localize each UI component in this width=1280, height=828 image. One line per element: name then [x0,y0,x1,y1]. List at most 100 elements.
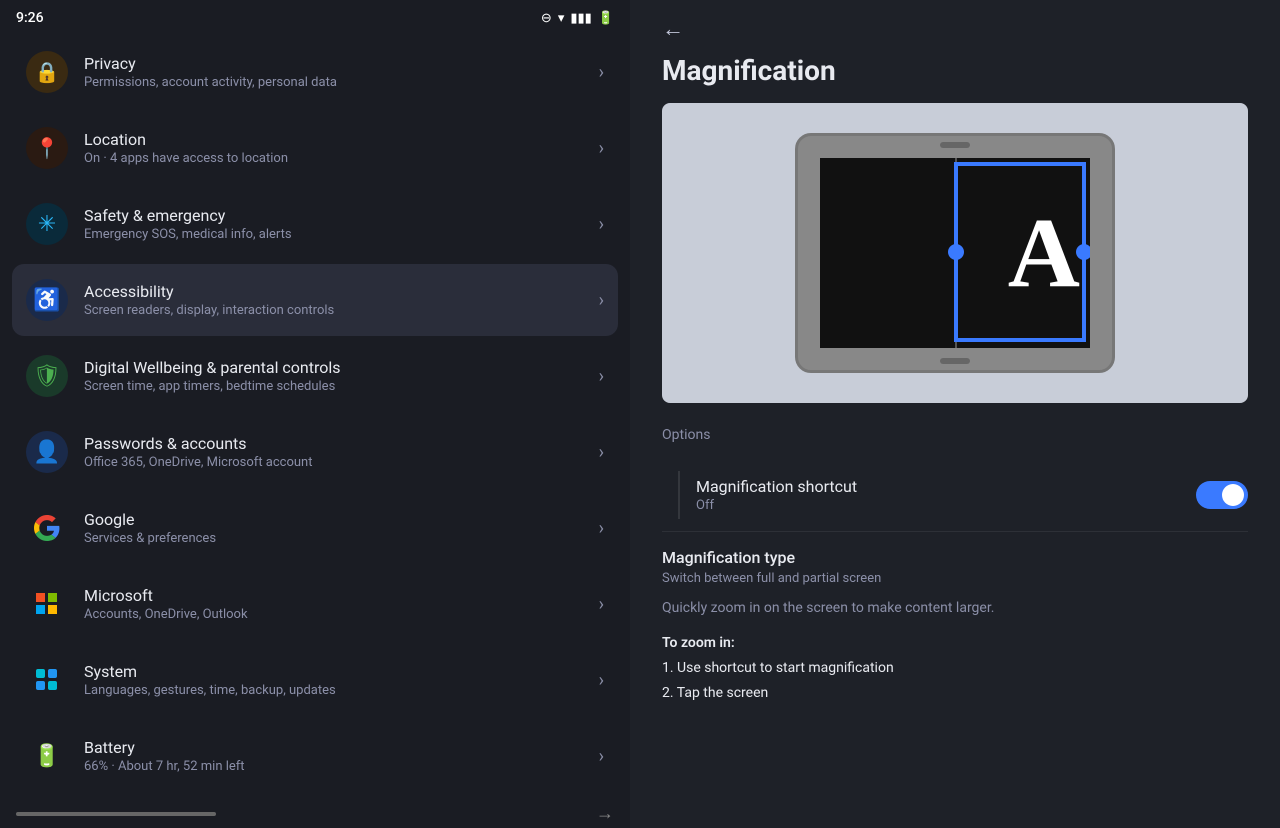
microsoft-subtitle: Accounts, OneDrive, Outlook [84,607,591,622]
settings-item-accessibility[interactable]: ♿ Accessibility Screen readers, display,… [12,264,618,336]
magnification-type-title: Magnification type [662,548,1248,567]
google-title: Google [84,510,591,529]
magnification-preview: A [662,103,1248,403]
magnification-type-subtitle: Switch between full and partial screen [662,571,1248,586]
toggle-knob [1222,484,1244,506]
settings-item-microsoft[interactable]: Microsoft Accounts, OneDrive, Outlook › [12,568,618,640]
chevron-icon: › [599,442,604,463]
battery-text: Battery 66% · About 7 hr, 52 min left [84,738,591,774]
magnification-shortcut-toggle[interactable] [1196,481,1248,509]
safety-icon: ✳ [26,203,68,245]
chevron-icon: › [599,518,604,539]
right-detail-panel: ← Magnification A Options Magnification … [630,0,1280,828]
settings-item-google[interactable]: Google Services & preferences › [12,492,618,564]
settings-item-location[interactable]: 📍 Location On · 4 apps have access to lo… [12,112,618,184]
google-icon [26,507,68,549]
settings-list: 🔒 Privacy Permissions, account activity,… [0,36,630,795]
zoom-step1: 1. Use shortcut to start magnification [662,660,894,676]
privacy-subtitle: Permissions, account activity, personal … [84,75,591,90]
location-subtitle: On · 4 apps have access to location [84,151,591,166]
magnification-shortcut-text: Magnification shortcut Off [696,477,1196,513]
accessibility-subtitle: Screen readers, display, interaction con… [84,303,591,318]
tablet-notch-top [940,142,970,148]
wellbeing-title: Digital Wellbeing & parental controls [84,358,591,377]
status-time: 9:26 [16,10,44,26]
chevron-icon: › [599,594,604,615]
zoom-description: Quickly zoom in on the screen to make co… [662,598,1248,619]
chevron-icon: › [599,670,604,691]
zoom-instructions: To zoom in: 1. Use shortcut to start mag… [662,631,1248,707]
magnification-type-section: Magnification type Switch between full a… [662,532,1248,715]
microsoft-title: Microsoft [84,586,591,605]
magnification-shortcut-subtitle: Off [696,498,1196,513]
system-subtitle: Languages, gestures, time, backup, updat… [84,683,591,698]
page-title: Magnification [662,54,1248,87]
safety-text: Safety & emergency Emergency SOS, medica… [84,206,591,242]
wifi-icon: ▾ [558,11,565,26]
location-title: Location [84,130,591,149]
signal-icon: ▮▮▮ [570,11,591,26]
passwords-text: Passwords & accounts Office 365, OneDriv… [84,434,591,470]
scroll-indicator [16,812,216,816]
divider-line [678,471,680,519]
right-header: ← Magnification [630,0,1280,95]
options-label: Options [662,427,1248,443]
passwords-title: Passwords & accounts [84,434,591,453]
accessibility-title: Accessibility [84,282,591,301]
privacy-icon: 🔒 [26,51,68,93]
back-button[interactable]: ← [662,16,684,42]
magnification-shortcut-title: Magnification shortcut [696,477,1196,496]
accessibility-text: Accessibility Screen readers, display, i… [84,282,591,318]
do-not-disturb-icon: ⊖ [541,11,552,26]
wellbeing-subtitle: Screen time, app timers, bedtime schedul… [84,379,591,394]
scroll-right-arrow: → [596,803,614,824]
chevron-icon: › [599,62,604,83]
system-title: System [84,662,591,681]
tablet-mockup: A [795,133,1115,373]
settings-item-wellbeing[interactable]: 🛡 Digital Wellbeing & parental controls … [12,340,618,412]
microsoft-icon [26,583,68,625]
google-subtitle: Services & preferences [84,531,591,546]
chevron-icon: › [599,214,604,235]
chevron-icon: › [599,746,604,767]
settings-item-safety[interactable]: ✳ Safety & emergency Emergency SOS, medi… [12,188,618,260]
left-settings-panel: 9:26 ⊖ ▾ ▮▮▮ 🔋 🔒 Privacy Permissions, ac… [0,0,630,828]
microsoft-text: Microsoft Accounts, OneDrive, Outlook [84,586,591,622]
system-icon [26,659,68,701]
settings-item-passwords[interactable]: 👤 Passwords & accounts Office 365, OneDr… [12,416,618,488]
tablet-screen: A [820,158,1090,348]
settings-item-privacy[interactable]: 🔒 Privacy Permissions, account activity,… [12,36,618,108]
wellbeing-text: Digital Wellbeing & parental controls Sc… [84,358,591,394]
privacy-title: Privacy [84,54,591,73]
google-text: Google Services & preferences [84,510,591,546]
chevron-icon: › [599,290,604,311]
right-content: Options Magnification shortcut Off Magni… [630,411,1280,828]
safety-title: Safety & emergency [84,206,591,225]
privacy-text: Privacy Permissions, account activity, p… [84,54,591,90]
zoom-heading: To zoom in: [662,635,735,651]
bottom-nav: → [0,795,630,828]
magnification-box [954,162,1086,342]
passwords-icon: 👤 [26,431,68,473]
tablet-notch-bottom [940,358,970,364]
safety-subtitle: Emergency SOS, medical info, alerts [84,227,591,242]
settings-item-battery[interactable]: 🔋 Battery 66% · About 7 hr, 52 min left … [12,720,618,792]
magnification-shortcut-row[interactable]: Magnification shortcut Off [662,459,1248,532]
system-text: System Languages, gestures, time, backup… [84,662,591,698]
battery-setting-icon: 🔋 [26,735,68,777]
chevron-icon: › [599,138,604,159]
battery-subtitle: 66% · About 7 hr, 52 min left [84,759,591,774]
passwords-subtitle: Office 365, OneDrive, Microsoft account [84,455,591,470]
battery-icon: 🔋 [598,11,614,26]
accessibility-icon: ♿ [26,279,68,321]
handle-left [948,244,964,260]
battery-title: Battery [84,738,591,757]
zoom-step2: 2. Tap the screen [662,685,768,701]
chevron-icon: › [599,366,604,387]
handle-right [1076,244,1090,260]
location-icon: 📍 [26,127,68,169]
wellbeing-icon: 🛡 [26,355,68,397]
status-icons: ⊖ ▾ ▮▮▮ 🔋 [541,11,614,26]
status-bar: 9:26 ⊖ ▾ ▮▮▮ 🔋 [0,0,630,36]
settings-item-system[interactable]: System Languages, gestures, time, backup… [12,644,618,716]
